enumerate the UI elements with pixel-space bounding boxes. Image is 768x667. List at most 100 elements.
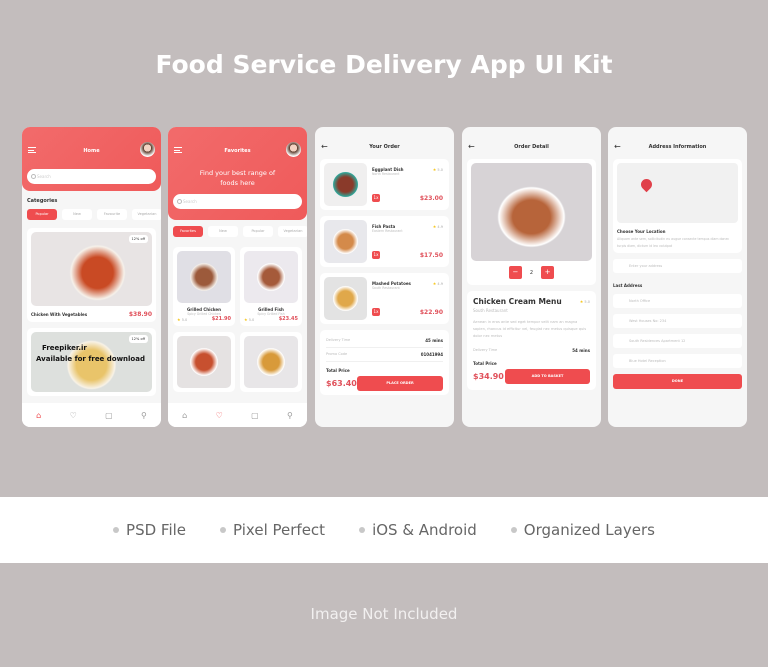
profile-icon[interactable]: ⚲ [141,411,147,420]
promo-label: Promo Code [326,352,348,356]
chip-new[interactable]: New [208,226,238,237]
food-price: $22.90 [419,308,443,316]
chip-favourite[interactable]: Favourite [97,209,127,220]
location-card: Choose Your Location Aliquam ante sem, s… [613,159,742,253]
place-order-button[interactable]: PLACE ORDER [357,376,443,391]
food-description: Aenean in eros ante sed eget tempor veli… [473,320,587,338]
map[interactable] [617,163,738,223]
feature-label: iOS & Android [372,521,477,539]
delivery-value: 54 mins [572,348,590,353]
address-input[interactable]: Enter your address [613,259,742,273]
feature-label: Pixel Perfect [233,521,326,539]
chip-vegetarian[interactable]: Vegetarian [278,226,307,237]
order-item[interactable]: Eggplant Dish ★ 5.0 North Restaurant 1x $2… [320,159,449,210]
search-input[interactable]: Search [173,194,302,209]
quantity-badge[interactable]: 1x [372,251,380,259]
screen-title: Order Detail [514,144,549,150]
done-button[interactable]: DONE [613,374,742,389]
heart-icon[interactable]: ♡ [70,411,77,420]
address-screen: ← Address Information Choose Your Locati… [608,127,747,427]
chip-new[interactable]: New [62,209,92,220]
restaurant-name: South Restaurant [372,286,400,290]
quantity-badge[interactable]: 1x [372,308,380,316]
add-to-basket-button[interactable]: ADD TO BASKET [505,369,590,384]
decrease-button[interactable]: − [508,266,522,279]
total-price: $34.90 [473,372,504,381]
location-pin-icon [638,176,655,193]
bullet-icon [359,527,366,533]
profile-icon[interactable]: ⚲ [287,411,293,420]
bottom-nav: ⌂ ♡ ▢ ⚲ [168,403,307,427]
food-card[interactable]: Grilled Chicken Spicy Grilled Chicken ★ … [173,247,235,326]
screen-title: Address Information [648,144,707,150]
last-address-label: Last Address [613,283,643,288]
star-icon: ★ [244,316,248,322]
food-image [244,251,298,303]
order-summary: Delivery Time 45 mins Promo Code 01041994 … [320,330,449,395]
watermark: Freepiker.ir Available for free download [12,343,145,365]
discount-badge: 12% off [128,335,148,343]
favorites-screen: Favorites Find your best range of foods … [168,127,307,427]
order-item[interactable]: Mashed Potatoes ★ 4.9 South Restaurant 1x… [320,273,449,324]
avatar[interactable] [140,142,155,157]
rating: 5.0 [181,317,188,322]
food-image [324,277,367,320]
address-item[interactable]: West Houses No: 234 [613,314,742,328]
chip-vegetarian[interactable]: Vegetarian [132,209,161,220]
food-card[interactable]: Grilled Fish Spicy Grilled Fish ★ 5.0 $23… [240,247,302,326]
delivery-label: Delivery Time [326,338,351,342]
home-icon[interactable]: ⌂ [36,411,41,420]
chip-popular[interactable]: Popular [27,209,57,220]
increase-button[interactable]: + [541,266,555,279]
food-image [177,336,231,388]
home-icon[interactable]: ⌂ [182,411,187,420]
chip-popular[interactable]: Popular [243,226,273,237]
rating: 5.0 [437,168,443,172]
home-header: Home Search [22,127,161,191]
menu-icon[interactable] [174,147,182,153]
food-card[interactable] [240,332,302,392]
cart-icon[interactable]: ▢ [105,411,113,420]
food-price: $21.90 [211,316,231,322]
menu-icon[interactable] [28,147,36,153]
address-item[interactable]: South Residences Apartment 12 [613,334,742,348]
back-arrow-icon[interactable]: ← [614,142,621,151]
address-item[interactable]: Blue Hotel Reception [613,354,742,368]
food-price: $38.90 [128,311,152,318]
chip-favorites[interactable]: Favorites [173,226,203,237]
restaurant-name: South Restaurant [473,308,508,313]
star-icon: ★ [432,167,437,172]
rating: 5.0 [584,300,590,304]
quantity-value: 2 [529,269,534,276]
order-item[interactable]: Fish Pasta ★ 4.9 Eastern Restaurant 1x $17… [320,216,449,267]
restaurant-name: North Restaurant [372,172,400,176]
food-card[interactable] [173,332,235,392]
food-card[interactable]: 12% off Chicken With Vegetables $38.90 [27,228,156,322]
heart-icon[interactable]: ♡ [216,411,223,420]
choose-location-label: Choose Your Location [617,229,666,234]
bullet-icon [510,527,517,533]
search-input[interactable]: Search [27,169,156,184]
restaurant-name: Eastern Restaurant [372,229,403,233]
detail-card: Chicken Cream Menu ★ 5.0 South Restaurant… [467,291,596,390]
feature-item: PSD File [113,521,186,539]
footer-note: Image Not Included [310,605,458,623]
order-screen: ← Your Order Eggplant Dish ★ 5.0 North Re… [315,127,454,427]
avatar[interactable] [286,142,301,157]
food-image [177,251,231,303]
back-arrow-icon[interactable]: ← [468,142,475,151]
feature-item: Organized Layers [510,521,655,539]
bullet-icon [113,527,120,533]
delivery-label: Delivery Time [473,348,498,352]
address-item[interactable]: North Office [613,294,742,308]
total-label: Total Price [326,368,350,373]
watermark-text: Freepiker.ir [42,344,87,352]
star-icon: ★ [579,299,584,304]
order-detail-screen: ← Order Detail − 2 + Chicken Cream Menu ★… [462,127,601,427]
quantity-badge[interactable]: 1x [372,194,380,202]
promo-value: 01041994 [420,352,443,357]
page-title: Food Service Delivery App UI Kit [155,50,613,79]
features-band: PSD File Pixel Perfect iOS & Android Org… [0,497,768,563]
cart-icon[interactable]: ▢ [251,411,259,420]
back-arrow-icon[interactable]: ← [321,142,328,151]
